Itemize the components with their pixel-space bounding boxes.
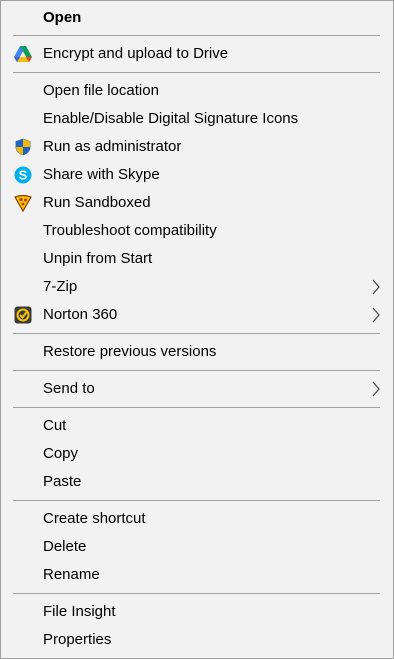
chevron-right-icon (371, 381, 381, 397)
menu-item-label: Enable/Disable Digital Signature Icons (43, 110, 299, 127)
menu-item-label: Copy (43, 445, 79, 462)
menu-item-properties[interactable]: Properties (1, 626, 393, 654)
context-menu: Open Encrypt and upload to Drive Open fi… (0, 0, 394, 659)
menu-item-label: Open file location (43, 82, 159, 99)
menu-item-label: 7-Zip (43, 278, 78, 295)
menu-separator (13, 72, 380, 73)
menu-item-digital-signature-icons[interactable]: Enable/Disable Digital Signature Icons (1, 105, 393, 133)
menu-item-cut[interactable]: Cut (1, 412, 393, 440)
menu-item-label: File Insight (43, 603, 116, 620)
menu-item-open[interactable]: Open (1, 4, 393, 32)
chevron-right-icon (371, 279, 381, 295)
menu-item-label: Run as administrator (43, 138, 182, 155)
menu-item-troubleshoot-compatibility[interactable]: Troubleshoot compatibility (1, 217, 393, 245)
menu-item-restore-previous-versions[interactable]: Restore previous versions (1, 338, 393, 366)
menu-item-open-file-location[interactable]: Open file location (1, 77, 393, 105)
menu-item-run-as-administrator[interactable]: Run as administrator (1, 133, 393, 161)
menu-item-label: Norton 360 (43, 306, 118, 323)
norton-icon (13, 306, 33, 324)
menu-item-label: Delete (43, 538, 87, 555)
menu-item-label: Paste (43, 473, 82, 490)
menu-item-norton-360[interactable]: Norton 360 (1, 301, 393, 329)
svg-text:S: S (19, 168, 28, 183)
menu-item-label: Properties (43, 631, 112, 648)
menu-item-encrypt-upload-drive[interactable]: Encrypt and upload to Drive (1, 40, 393, 68)
menu-item-create-shortcut[interactable]: Create shortcut (1, 505, 393, 533)
menu-item-label: Cut (43, 417, 67, 434)
menu-item-unpin-from-start[interactable]: Unpin from Start (1, 245, 393, 273)
menu-separator (13, 407, 380, 408)
menu-item-label: Rename (43, 566, 100, 583)
menu-item-file-insight[interactable]: File Insight (1, 598, 393, 626)
menu-separator (13, 35, 380, 36)
menu-item-label: Encrypt and upload to Drive (43, 45, 229, 62)
google-drive-icon (13, 45, 33, 63)
menu-item-paste[interactable]: Paste (1, 468, 393, 496)
menu-item-label: Run Sandboxed (43, 194, 151, 211)
sandboxie-icon (13, 194, 33, 212)
menu-item-rename[interactable]: Rename (1, 561, 393, 589)
menu-item-label: Share with Skype (43, 166, 160, 183)
uac-shield-icon (13, 138, 33, 156)
menu-item-label: Send to (43, 380, 95, 397)
menu-item-send-to[interactable]: Send to (1, 375, 393, 403)
skype-icon: S (13, 166, 33, 184)
menu-item-label: Create shortcut (43, 510, 146, 527)
menu-separator (13, 370, 380, 371)
menu-item-delete[interactable]: Delete (1, 533, 393, 561)
menu-item-7-zip[interactable]: 7-Zip (1, 273, 393, 301)
menu-item-label: Troubleshoot compatibility (43, 222, 217, 239)
menu-item-run-sandboxed[interactable]: Run Sandboxed (1, 189, 393, 217)
menu-separator (13, 500, 380, 501)
menu-item-label: Unpin from Start (43, 250, 153, 267)
menu-item-share-with-skype[interactable]: S Share with Skype (1, 161, 393, 189)
chevron-right-icon (371, 307, 381, 323)
menu-separator (13, 333, 380, 334)
menu-separator (13, 593, 380, 594)
menu-item-copy[interactable]: Copy (1, 440, 393, 468)
menu-item-label: Open (43, 9, 82, 26)
menu-item-label: Restore previous versions (43, 343, 217, 360)
